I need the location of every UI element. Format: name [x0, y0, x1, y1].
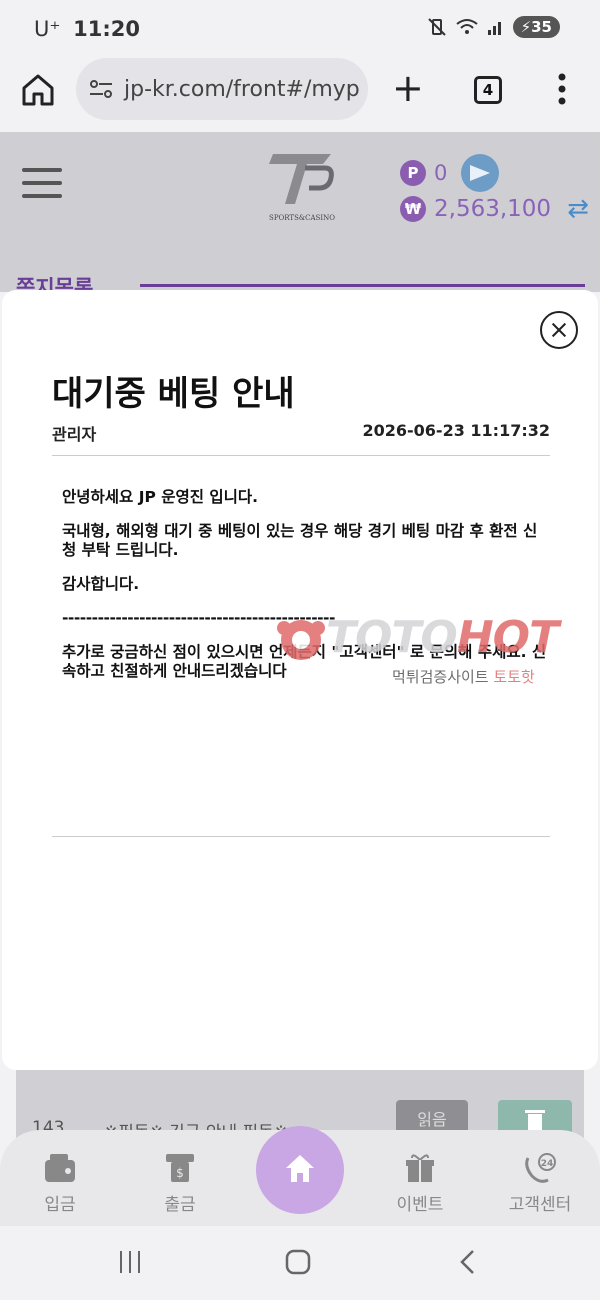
- modal-title: 대기중 베팅 안내: [52, 374, 295, 414]
- watermark-toto: TOTO: [326, 612, 458, 663]
- clock: 11:20: [73, 17, 141, 41]
- watermark-logo-icon: [277, 620, 325, 660]
- telegram-icon[interactable]: [461, 154, 500, 192]
- bottom-navigation: 입금 $ 출금 이벤트 24 고객센터: [0, 1126, 600, 1226]
- divider: [52, 455, 550, 456]
- message-author: 관리자: [52, 425, 97, 444]
- message-date: 2026-06-23 11:17:32: [362, 421, 550, 440]
- watermark-subtitle: 먹튀검증사이트 토토핫: [392, 666, 535, 687]
- recent-apps-icon[interactable]: [116, 1248, 144, 1276]
- message-paragraph: 감사합니다.: [62, 575, 140, 593]
- home-icon: [286, 1155, 314, 1182]
- points-display: P 0: [400, 154, 500, 192]
- logo-subtitle: SPORTS&CASINO: [269, 214, 335, 222]
- watermark-subtitle-text: 먹튀검증사이트: [392, 668, 489, 686]
- tab-switcher-button[interactable]: 4: [474, 76, 502, 104]
- balance-value: 2,563,100: [434, 196, 552, 222]
- nav-support[interactable]: 24 고객센터: [490, 1152, 590, 1215]
- divider: [52, 836, 550, 837]
- wallet-icon: [45, 1154, 75, 1182]
- svg-text:$: $: [176, 1166, 184, 1180]
- nav-deposit-label: 입금: [44, 1195, 76, 1215]
- message-list-header: 쪽지목록: [0, 242, 600, 300]
- back-icon[interactable]: [454, 1248, 482, 1276]
- nav-event[interactable]: 이벤트: [370, 1152, 470, 1215]
- points-value: 0: [434, 161, 448, 185]
- section-underline: [140, 284, 585, 287]
- status-icons: ⚡35: [427, 16, 560, 38]
- svg-text:24: 24: [541, 1159, 554, 1169]
- battery-badge: ⚡35: [512, 16, 560, 38]
- nav-home-button[interactable]: [256, 1126, 344, 1214]
- message-paragraph: 국내형, 해외형 대기 중 베팅이 있는 경우 해당 경기 베팅 마감 후 환전…: [62, 522, 538, 559]
- refresh-icon[interactable]: ⇄: [567, 194, 589, 224]
- won-coin-icon: ₩: [400, 196, 426, 222]
- gift-icon: [406, 1154, 434, 1182]
- system-home-icon[interactable]: [284, 1248, 312, 1276]
- nav-withdraw-label: 출금: [164, 1195, 196, 1215]
- carrier-label: U⁺: [34, 17, 61, 41]
- support-24-icon: 24: [525, 1153, 556, 1183]
- nav-withdraw[interactable]: $ 출금: [130, 1152, 230, 1215]
- vibrate-mute-icon: [427, 18, 446, 36]
- battery-level: 35: [531, 18, 552, 36]
- nav-support-label: 고객센터: [508, 1195, 572, 1215]
- url-text: jp-kr.com/front#/myp: [124, 76, 360, 102]
- address-bar[interactable]: jp-kr.com/front#/myp: [76, 58, 368, 120]
- nav-deposit[interactable]: 입금: [10, 1152, 110, 1215]
- balance-display: ₩ 2,563,100 ⇄: [400, 194, 589, 224]
- watermark-subtitle-brand: 토토핫: [493, 668, 535, 686]
- message-paragraph: 안녕하세요 JP 운영진 입니다.: [62, 488, 259, 506]
- watermark: TOTOHOT 먹튀검증사이트 토토핫: [270, 608, 600, 692]
- browser-toolbar: jp-kr.com/front#/myp + 4: [0, 58, 600, 132]
- watermark-hot: HOT: [456, 612, 559, 663]
- system-navigation-bar: [0, 1226, 600, 1300]
- atm-icon: $: [166, 1154, 194, 1182]
- site-settings-icon[interactable]: [88, 78, 114, 100]
- status-bar: U⁺ 11:20 ⚡35: [0, 0, 600, 58]
- wifi-icon: [455, 19, 478, 34]
- site-header: SPORTS&CASINO P 0 ₩ 2,563,100 ⇄: [0, 132, 600, 242]
- hamburger-menu-icon[interactable]: [22, 168, 62, 202]
- point-coin-icon: P: [400, 160, 426, 186]
- new-tab-icon[interactable]: +: [392, 68, 424, 108]
- site-logo[interactable]: SPORTS&CASINO: [262, 150, 342, 225]
- jp-logo-icon: [269, 154, 334, 204]
- watermark-brand: TOTOHOT: [326, 612, 559, 663]
- browser-home-icon[interactable]: [20, 72, 56, 108]
- close-icon[interactable]: [540, 311, 578, 349]
- more-menu-icon[interactable]: [552, 72, 572, 106]
- nav-event-label: 이벤트: [396, 1195, 444, 1215]
- signal-icon: [487, 22, 501, 35]
- status-carrier-time: U⁺ 11:20: [34, 17, 140, 41]
